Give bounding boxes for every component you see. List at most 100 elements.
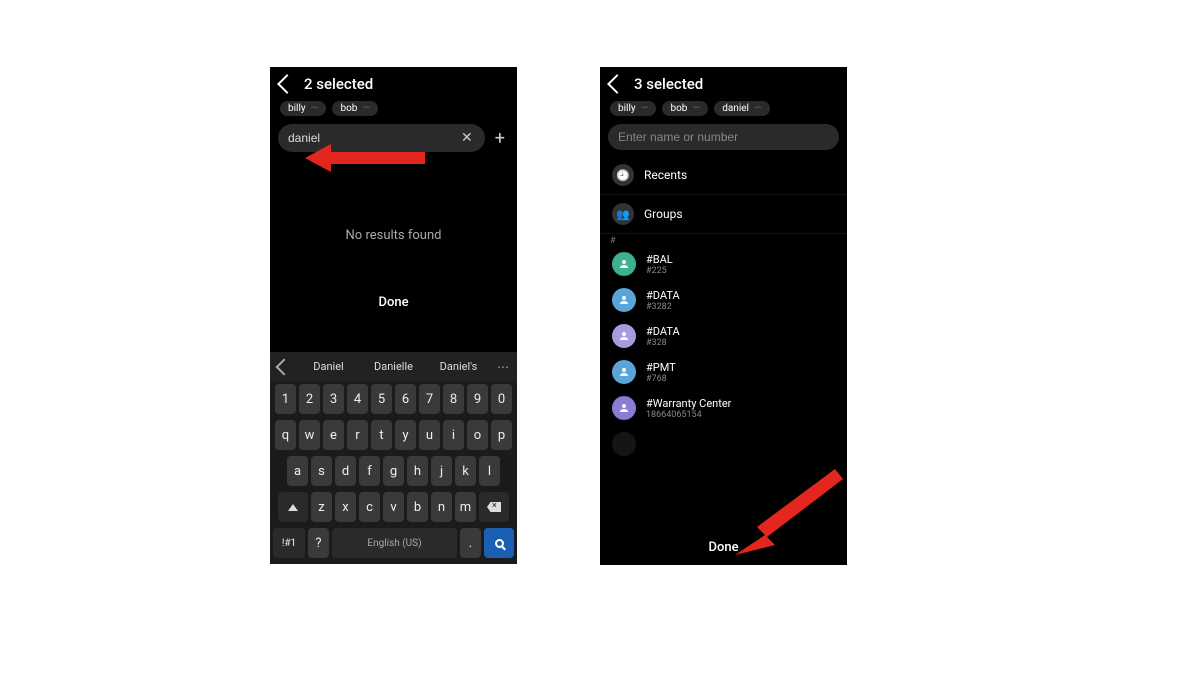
suggestion[interactable]: Daniel bbox=[298, 356, 359, 377]
key-9[interactable]: 9 bbox=[467, 384, 488, 414]
key-a[interactable]: a bbox=[287, 456, 308, 486]
key-4[interactable]: 4 bbox=[347, 384, 368, 414]
key-g[interactable]: g bbox=[383, 456, 404, 486]
header: 2 selected bbox=[270, 67, 517, 97]
phone-left: 2 selected billy— bob— ✕ + No results fo… bbox=[270, 67, 517, 564]
key-6[interactable]: 6 bbox=[395, 384, 416, 414]
key-y[interactable]: y bbox=[395, 420, 416, 450]
key-h[interactable]: h bbox=[407, 456, 428, 486]
key-i[interactable]: i bbox=[443, 420, 464, 450]
key-w[interactable]: w bbox=[299, 420, 320, 450]
contact-row[interactable]: #PMT#768 bbox=[600, 354, 847, 390]
clear-icon[interactable]: ✕ bbox=[459, 130, 475, 146]
phone-right: 3 selected billy— bob— daniel— 🕘 Recents… bbox=[600, 67, 847, 565]
suggestion-back-icon[interactable] bbox=[276, 358, 293, 375]
chip-row: billy— bob— bbox=[270, 97, 517, 124]
space-key[interactable]: English (US) bbox=[332, 528, 457, 558]
chip-bob[interactable]: bob— bbox=[332, 101, 378, 116]
back-icon[interactable] bbox=[607, 74, 627, 94]
contact-name: #DATA bbox=[646, 325, 680, 338]
key-t[interactable]: t bbox=[371, 420, 392, 450]
key-5[interactable]: 5 bbox=[371, 384, 392, 414]
key-2[interactable]: 2 bbox=[299, 384, 320, 414]
avatar bbox=[612, 432, 636, 456]
section-recents[interactable]: 🕘 Recents bbox=[600, 156, 847, 195]
avatar bbox=[612, 252, 636, 276]
question-key[interactable]: ? bbox=[308, 528, 329, 558]
chip-remove-icon[interactable]: — bbox=[641, 104, 649, 114]
contact-row[interactable]: #DATA#328 bbox=[600, 318, 847, 354]
key-m[interactable]: m bbox=[455, 492, 476, 522]
contact-row-faded[interactable] bbox=[600, 426, 847, 462]
key-s[interactable]: s bbox=[311, 456, 332, 486]
key-7[interactable]: 7 bbox=[419, 384, 440, 414]
key-l[interactable]: l bbox=[479, 456, 500, 486]
avatar bbox=[612, 360, 636, 384]
keyboard: Daniel Danielle Daniel's ⋯ 1234567890 qw… bbox=[270, 352, 517, 564]
contact-subtitle: #328 bbox=[646, 338, 680, 348]
key-n[interactable]: n bbox=[431, 492, 452, 522]
key-p[interactable]: p bbox=[491, 420, 512, 450]
suggestion-row: Daniel Danielle Daniel's ⋯ bbox=[270, 352, 517, 381]
shift-key[interactable] bbox=[278, 492, 308, 522]
key-8[interactable]: 8 bbox=[443, 384, 464, 414]
search-key[interactable] bbox=[484, 528, 514, 558]
symbols-key[interactable]: !#1 bbox=[273, 528, 305, 558]
key-z[interactable]: z bbox=[311, 492, 332, 522]
groups-icon: 👥 bbox=[612, 203, 634, 225]
key-b[interactable]: b bbox=[407, 492, 428, 522]
clock-icon: 🕘 bbox=[612, 164, 634, 186]
backspace-icon bbox=[487, 502, 501, 512]
done-button[interactable]: Done bbox=[270, 283, 517, 322]
index-letter: # bbox=[600, 234, 847, 246]
search-row bbox=[600, 124, 847, 156]
search-input[interactable] bbox=[618, 130, 829, 144]
back-icon[interactable] bbox=[277, 74, 297, 94]
key-e[interactable]: e bbox=[323, 420, 344, 450]
key-j[interactable]: j bbox=[431, 456, 452, 486]
chip-remove-icon[interactable]: — bbox=[692, 104, 700, 114]
contact-row[interactable]: #BAL#225 bbox=[600, 246, 847, 282]
suggestion-more-icon[interactable]: ⋯ bbox=[493, 360, 513, 374]
key-f[interactable]: f bbox=[359, 456, 380, 486]
chip-remove-icon[interactable]: — bbox=[362, 104, 370, 114]
search-box[interactable] bbox=[608, 124, 839, 150]
key-3[interactable]: 3 bbox=[323, 384, 344, 414]
key-0[interactable]: 0 bbox=[491, 384, 512, 414]
key-v[interactable]: v bbox=[383, 492, 404, 522]
contact-row[interactable]: #Warranty Center18664065154 bbox=[600, 390, 847, 426]
chip-billy[interactable]: billy— bbox=[280, 101, 326, 116]
backspace-key[interactable] bbox=[479, 492, 509, 522]
add-icon[interactable]: + bbox=[491, 128, 509, 149]
suggestion[interactable]: Daniel's bbox=[428, 356, 489, 377]
chip-billy[interactable]: billy— bbox=[610, 101, 656, 116]
header: 3 selected bbox=[600, 67, 847, 97]
contact-subtitle: 18664065154 bbox=[646, 410, 731, 420]
search-row: ✕ + bbox=[270, 124, 517, 158]
search-input[interactable] bbox=[288, 131, 453, 145]
key-r[interactable]: r bbox=[347, 420, 368, 450]
key-k[interactable]: k bbox=[455, 456, 476, 486]
page-title: 3 selected bbox=[634, 75, 703, 93]
chip-remove-icon[interactable]: — bbox=[754, 104, 762, 114]
key-c[interactable]: c bbox=[359, 492, 380, 522]
period-key[interactable]: . bbox=[460, 528, 481, 558]
key-o[interactable]: o bbox=[467, 420, 488, 450]
search-icon bbox=[495, 539, 504, 548]
avatar bbox=[612, 324, 636, 348]
contact-row[interactable]: #DATA#3282 bbox=[600, 282, 847, 318]
chip-bob[interactable]: bob— bbox=[662, 101, 708, 116]
key-q[interactable]: q bbox=[275, 420, 296, 450]
suggestion[interactable]: Danielle bbox=[363, 356, 424, 377]
chip-remove-icon[interactable]: — bbox=[311, 104, 319, 114]
search-box[interactable]: ✕ bbox=[278, 124, 485, 152]
avatar bbox=[612, 288, 636, 312]
key-x[interactable]: x bbox=[335, 492, 356, 522]
key-u[interactable]: u bbox=[419, 420, 440, 450]
done-button[interactable]: Done bbox=[600, 530, 847, 565]
chip-daniel[interactable]: daniel— bbox=[714, 101, 770, 116]
shift-icon bbox=[288, 504, 298, 511]
key-d[interactable]: d bbox=[335, 456, 356, 486]
section-groups[interactable]: 👥 Groups bbox=[600, 195, 847, 234]
key-1[interactable]: 1 bbox=[275, 384, 296, 414]
